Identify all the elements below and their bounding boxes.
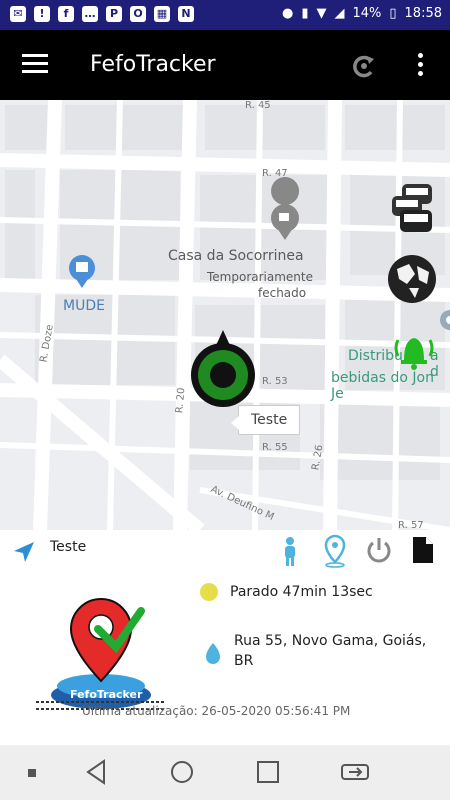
device-name: Teste — [50, 539, 87, 555]
last-update: Última atualização: 26-05-2020 05:56:41 … — [82, 704, 351, 718]
info-panel: FefoTracker Parado 47min 13sec Rua 55, N… — [0, 575, 450, 745]
refresh-icon[interactable] — [350, 52, 378, 80]
marker-callout: Teste — [230, 405, 301, 435]
address-pin-icon — [206, 643, 220, 664]
switch-app-icon[interactable] — [340, 759, 370, 785]
place-name-mude: MUDE — [63, 298, 105, 314]
battery-percent: 14% — [352, 6, 382, 21]
back-icon[interactable] — [84, 759, 108, 785]
place-status-2: fechado — [258, 286, 307, 300]
logo-text: FefoTracker — [70, 688, 143, 701]
place-pin-icon[interactable] — [323, 534, 347, 568]
street-label: R. 55 — [262, 442, 288, 453]
power-icon[interactable] — [365, 536, 393, 566]
photo-icon: ▦ — [154, 6, 170, 22]
device-address: Rua 55, Novo Gama, Goiás, BR — [234, 633, 427, 669]
netflix-icon: N — [178, 6, 194, 22]
person-icon[interactable] — [280, 536, 300, 568]
place-name-distrib-3: bebidas do Jon Je — [331, 370, 434, 402]
document-icon[interactable] — [411, 535, 435, 565]
navigation-arrow-icon[interactable] — [12, 540, 36, 564]
opera-icon: O — [130, 6, 146, 22]
street-label: R. 53 — [262, 376, 288, 387]
device-state: Parado 47min 13sec — [230, 584, 373, 600]
street-label: R. 57 — [398, 520, 424, 530]
map-view[interactable]: Casa da Socorrinea Temporariamente fecha… — [0, 100, 450, 530]
location-pin-icon — [440, 310, 450, 330]
street-label: R. 47 — [262, 168, 288, 179]
app-bar: FefoTracker — [0, 30, 450, 100]
pinterest-icon: P — [106, 6, 122, 22]
status-dot-icon — [200, 583, 218, 601]
wifi-icon: ▼ — [316, 6, 327, 21]
home-icon[interactable] — [170, 759, 194, 785]
message-icon: ✉ — [10, 6, 26, 22]
street-label: R. 20 — [174, 387, 188, 414]
facebook-icon: f — [58, 6, 74, 22]
system-nav-bar — [0, 745, 450, 800]
notification-icon: ! — [34, 6, 50, 22]
status-bar: ✉ ! f … P O ▦ N ● ▮ ▼ ◢ 14% ▯ 18:58 — [0, 0, 450, 30]
app-title: FefoTracker — [90, 52, 216, 77]
overflow-menu-icon[interactable] — [418, 53, 424, 76]
place-status: Temporariamente — [207, 270, 313, 284]
overview-icon[interactable] — [256, 759, 280, 785]
signal-icon: ◢ — [334, 6, 345, 21]
street-label: R. 45 — [245, 100, 271, 111]
clock: 18:58 — [404, 6, 442, 21]
location-icon: ● — [281, 6, 294, 21]
bell-alert-icon[interactable] — [390, 328, 438, 370]
place-name: Casa da Socorrinea — [168, 248, 304, 264]
recent-dot-icon[interactable] — [28, 769, 36, 777]
globe-icon[interactable] — [387, 254, 437, 304]
vibrate-icon: ▮ — [301, 6, 309, 21]
traffic-cars-icon[interactable] — [388, 180, 436, 236]
map-streets — [0, 100, 450, 530]
battery-icon: ▯ — [389, 6, 397, 21]
chat-icon: … — [82, 6, 98, 22]
device-toolbar: Teste — [0, 530, 450, 576]
menu-icon[interactable] — [22, 54, 48, 73]
